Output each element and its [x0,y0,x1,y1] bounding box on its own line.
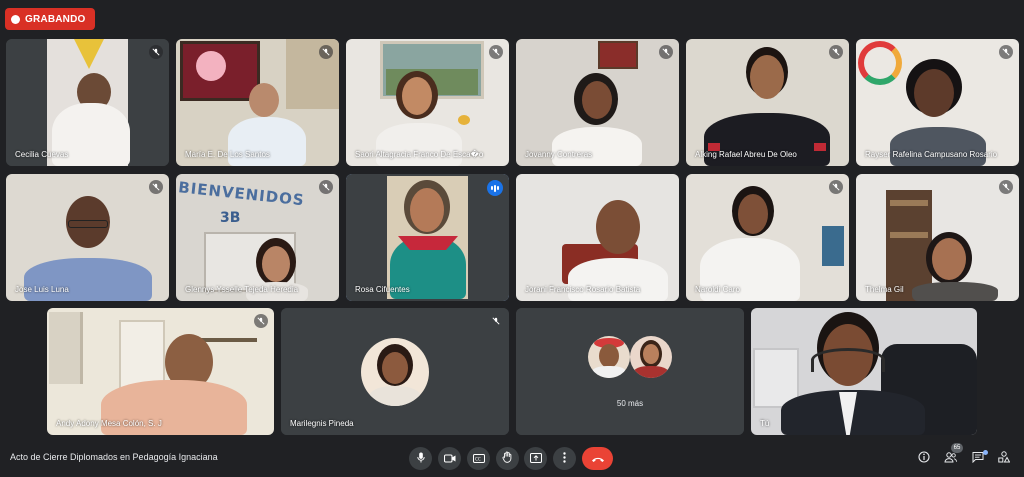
speaking-indicator-icon [487,180,503,196]
mic-off-icon [999,45,1013,59]
raise-hand-icon [502,450,513,468]
mic-off-icon [254,314,268,328]
participant-name: Naroldi Caro [695,285,740,294]
mic-off-icon [829,45,843,59]
participant-tile[interactable]: BIENVENIDOS 3B Glennys Ysselle Tejeda He… [176,174,339,301]
mic-off-icon [999,180,1013,194]
activities-button[interactable] [995,450,1013,468]
mic-off-icon [489,314,503,328]
overflow-participants-tile[interactable]: 50 más [516,308,744,435]
mic-off-icon [319,45,333,59]
meet-window: GRABANDO Cecilia Cuevas María E. De Los … [0,0,1024,477]
info-icon [918,450,930,468]
participant-tile[interactable]: María E. De Los Santos [176,39,339,166]
end-call-icon [591,450,605,468]
captions-icon: CC [472,450,485,468]
participant-name: Tú [760,419,770,428]
participant-tile[interactable]: Saori Altagracia Franco De Esca�o [346,39,509,166]
end-call-button[interactable] [582,447,613,470]
mic-off-icon [489,45,503,59]
microphone-icon [416,450,426,468]
present-icon [529,450,542,468]
meeting-info-button[interactable] [915,450,933,468]
mic-off-icon [319,180,333,194]
meeting-title: Acto de Cierre Diplomados en Pedagogía I… [10,452,218,462]
participant-name: Cecilia Cuevas [15,150,69,159]
participant-name: Rosa Cifuentes [355,285,410,294]
mic-off-icon [829,180,843,194]
participant-tile-active-speaker[interactable]: Rosa Cifuentes [346,174,509,301]
welcome-sign-class: 3B [220,210,241,226]
participant-name: Rayser Rafelina Campusano Rosario [865,150,998,159]
participant-name: Jose Luis Luna [15,285,69,294]
present-button[interactable] [524,447,547,470]
overflow-count: 50 más [616,399,644,408]
participant-tile[interactable]: Jose Luis Luna [6,174,169,301]
participant-tile[interactable]: Jovanny Contreras [516,39,679,166]
mic-off-icon [149,180,163,194]
welcome-sign-text: BIENVENIDOS [177,178,306,210]
participant-name: Andy Adony Mesa Colón, S. J [56,419,162,428]
participant-tile[interactable]: Marilegnis Pineda [281,308,509,435]
participant-tile[interactable]: Alking Rafael Abreu De Oleo [686,39,849,166]
participant-tile[interactable]: Jorani Francisco Rosario Batista [516,174,679,301]
bottom-toolbar: Acto de Cierre Diplomados en Pedagogía I… [0,440,1024,477]
participant-name: Marilegnis Pineda [290,419,354,428]
activities-icon [998,450,1011,468]
participant-name: Thelma Gil [865,285,904,294]
participant-avatar [630,336,672,378]
participant-tile[interactable]: Andy Adony Mesa Colón, S. J [47,308,274,435]
participant-tile[interactable]: Naroldi Caro [686,174,849,301]
participant-avatar [361,338,429,406]
participant-count-badge: 65 [951,443,963,453]
mic-off-icon [149,45,163,59]
svg-text:CC: CC [475,456,481,461]
participant-name: María E. De Los Santos [185,150,270,159]
self-view-tile[interactable]: Tú [751,308,977,435]
participant-tile[interactable]: Cecilia Cuevas [6,39,169,166]
participant-tile[interactable]: Thelma Gil [856,174,1019,301]
raise-hand-button[interactable] [496,447,519,470]
participant-avatar [588,336,630,378]
participant-name: Jorani Francisco Rosario Batista [525,285,641,294]
participant-tile[interactable]: Rayser Rafelina Campusano Rosario [856,39,1019,166]
participant-name: Saori Altagracia Franco De Esca�o [355,150,484,159]
recording-dot-icon [11,14,20,24]
microphone-button[interactable] [409,447,432,470]
participant-name: Alking Rafael Abreu De Oleo [695,150,797,159]
more-options-button[interactable] [553,447,576,470]
more-options-icon [563,450,566,468]
participant-name: Jovanny Contreras [525,150,593,159]
camera-icon [443,450,456,468]
participant-name: Glennys Ysselle Tejeda Heredia [185,285,299,294]
mic-off-icon [659,45,673,59]
camera-button[interactable] [438,447,461,470]
captions-button[interactable]: CC [467,447,490,470]
recording-label: GRABANDO [25,13,86,25]
recording-badge[interactable]: GRABANDO [5,8,95,30]
chat-notification-dot [983,450,988,455]
